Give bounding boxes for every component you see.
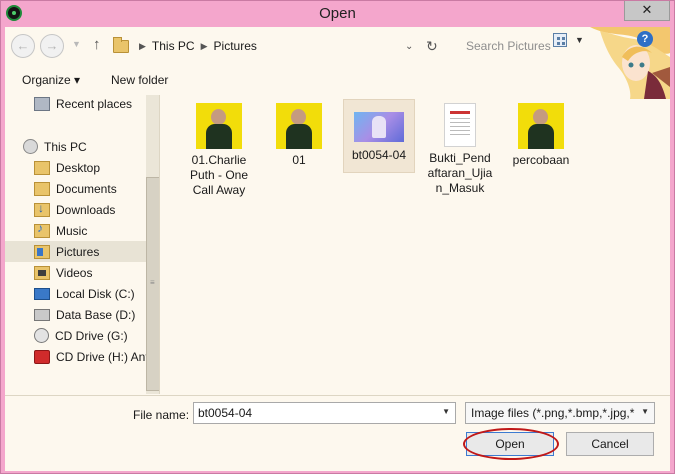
disk-icon [34, 308, 50, 321]
folder-icon [34, 181, 50, 196]
file-name-label: File name: [133, 408, 190, 422]
new-folder-button[interactable]: New folder [111, 73, 168, 87]
file-name-line: Call Away [192, 183, 246, 197]
close-button[interactable]: ✕ [624, 1, 670, 21]
cd-icon [34, 328, 49, 343]
file-name-value: bt0054-04 [198, 406, 253, 420]
file-name-line: aftaran_Ujia [427, 166, 493, 180]
folder-icon [34, 160, 50, 175]
organize-menu[interactable]: Organize ▾ [22, 73, 80, 87]
command-bar: Organize ▾ New folder [5, 67, 670, 93]
breadcrumb-this-pc[interactable]: This PC [152, 39, 195, 53]
dialog-client: ← → ▼ ↑ ▶ This PC ▶ Pictures ⌄ ↻ Search … [5, 27, 670, 471]
sidebar-item-label: Videos [56, 265, 93, 280]
sidebar-item-label: Local Disk (C:) [56, 286, 135, 301]
chevron-right-icon: ▶ [139, 40, 146, 51]
sidebar-item-label: Desktop [56, 160, 101, 175]
open-button[interactable]: Open [466, 432, 554, 456]
file-name-line: Puth - One [189, 168, 249, 182]
sidebar-item-label: CD Drive (G:) [55, 328, 128, 343]
sidebar-item-local-disk-c[interactable]: Local Disk (C:) [34, 283, 135, 304]
sidebar-item-label: Downloads [56, 202, 116, 217]
sidebar-item-data-base-d[interactable]: Data Base (D:) [34, 304, 135, 325]
sidebar-item-label: CD Drive (H:) Ant [56, 349, 149, 364]
image-thumbnail [354, 112, 404, 142]
image-thumbnail [196, 103, 242, 149]
sidebar-item-recent-places[interactable]: Recent places [34, 95, 132, 114]
file-name-line: Bukti_Pend [429, 151, 491, 165]
file-item[interactable]: percobaan [505, 99, 577, 168]
chevron-right-icon: ▶ [200, 40, 208, 51]
sidebar-item-label: This PC [44, 139, 87, 154]
sidebar-item-downloads[interactable]: Downloads [34, 199, 115, 220]
file-type-select[interactable]: Image files (*.png,*.bmp,*.jpg,* ▼ [465, 402, 655, 424]
downloads-icon [34, 201, 50, 217]
sidebar-item-music[interactable]: Music [34, 220, 87, 241]
disk-icon [34, 287, 50, 300]
sidebar-item-label: Pictures [56, 244, 100, 259]
window-title: Open [319, 5, 356, 22]
address-dropdown-icon[interactable]: ⌄ [405, 41, 413, 52]
sidebar-item-label: Recent places [56, 96, 133, 111]
sidebar-scrollbar-thumb[interactable]: ≡ [146, 177, 159, 391]
file-name-input[interactable]: bt0054-04 ▼ [193, 402, 456, 424]
file-name: 01 [292, 153, 306, 167]
navigation-pane: Recent places This PC Desktop Documents … [5, 95, 160, 394]
file-item-selected[interactable]: bt0054-04 [343, 99, 415, 173]
file-list: 01.Charlie Puth - One Call Away 01 bt005… [161, 95, 670, 394]
recent-places-icon [34, 96, 50, 111]
up-button[interactable]: ↑ [93, 36, 101, 53]
sidebar-item-documents[interactable]: Documents [34, 178, 117, 199]
file-name-line: 01.Charlie [191, 153, 247, 167]
address-bar[interactable]: ▶ This PC ▶ Pictures [113, 35, 420, 57]
computer-icon [23, 139, 38, 154]
recent-locations-dropdown[interactable]: ▼ [72, 39, 81, 49]
refresh-icon[interactable]: ↻ [426, 38, 438, 55]
sidebar-item-pictures[interactable]: Pictures [5, 241, 146, 262]
file-name-line: n_Masuk [435, 181, 485, 195]
image-thumbnail [276, 103, 322, 149]
sidebar-item-desktop[interactable]: Desktop [34, 157, 100, 178]
file-item[interactable]: 01.Charlie Puth - One Call Away [183, 99, 255, 198]
forward-button[interactable]: → [40, 34, 64, 58]
music-icon [34, 221, 50, 238]
pictures-folder-icon [113, 36, 129, 53]
file-item[interactable]: 01 [263, 99, 335, 168]
sidebar-item-cd-drive-h[interactable]: CD Drive (H:) Ant [34, 346, 149, 367]
chevron-down-icon[interactable]: ▼ [639, 407, 649, 416]
breadcrumb-pictures[interactable]: Pictures [214, 39, 257, 53]
file-name: percobaan [512, 153, 570, 167]
sidebar-item-videos[interactable]: Videos [34, 262, 92, 283]
help-icon[interactable]: ? [637, 31, 653, 47]
back-button[interactable]: ← [11, 34, 35, 58]
image-thumbnail [518, 103, 564, 149]
sidebar-item-cd-drive-g[interactable]: CD Drive (G:) [34, 325, 128, 346]
file-item[interactable]: Bukti_Pend aftaran_Ujia n_Masuk [424, 99, 496, 196]
scroll-grip-icon: ≡ [150, 278, 155, 287]
cancel-button[interactable]: Cancel [566, 432, 654, 456]
change-view-icon[interactable] [553, 33, 567, 47]
chevron-down-icon[interactable]: ▼ [442, 407, 450, 416]
dialog-footer: File name: bt0054-04 ▼ Image files (*.pn… [5, 395, 670, 471]
open-file-dialog: Open ✕ ← → ▼ ↑ ▶ This PC ▶ Pictures ⌄ ↻ … [0, 0, 675, 474]
file-type-value: Image files (*.png,*.bmp,*.jpg,* [471, 406, 635, 420]
document-thumbnail [444, 103, 476, 147]
view-options-dropdown[interactable]: ▼ [575, 35, 584, 45]
sidebar-item-label: Music [56, 223, 88, 238]
title-bar: Open ✕ [1, 1, 674, 27]
videos-icon [34, 265, 50, 280]
sidebar-item-label: Data Base (D:) [56, 307, 136, 322]
sidebar-item-label: Documents [56, 181, 117, 196]
file-name: bt0054-04 [351, 148, 407, 162]
cd-icon [34, 349, 50, 364]
pictures-icon [34, 244, 50, 259]
sidebar-item-this-pc[interactable]: This PC [23, 136, 87, 157]
